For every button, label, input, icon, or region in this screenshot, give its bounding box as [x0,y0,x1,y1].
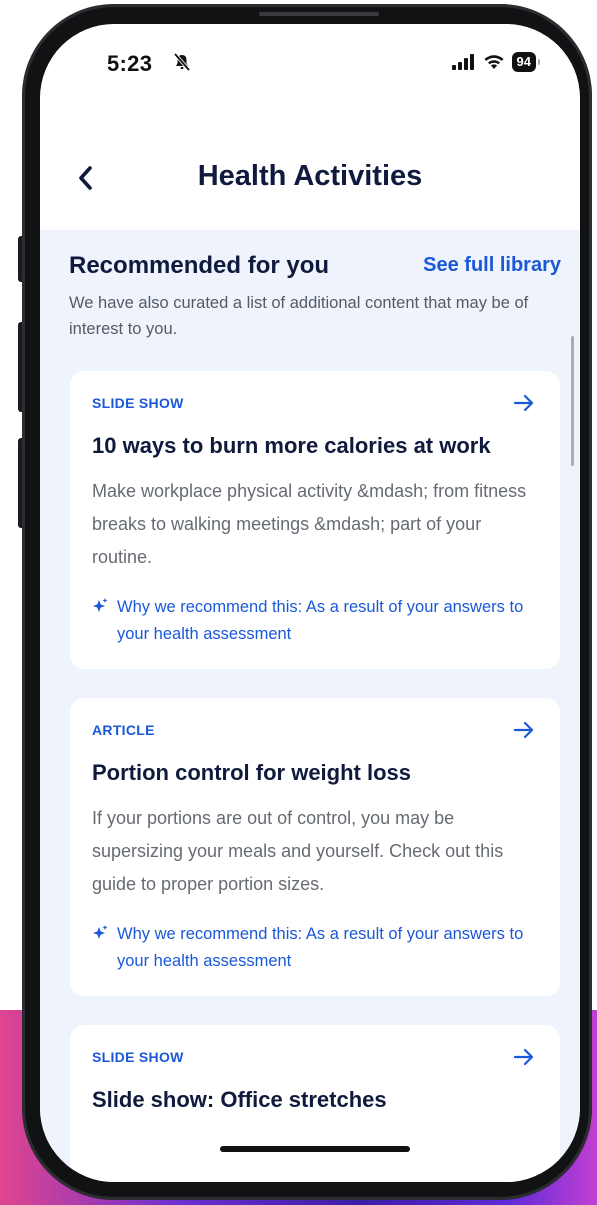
card-title: Slide show: Office stretches [92,1087,387,1112]
why-recommended-text: Why we recommend this: As a result of yo… [117,925,524,970]
sparkle-icon [93,925,108,939]
content-card[interactable]: ARTICLE Portion control for weight loss … [70,698,560,996]
why-recommended: Why we recommend this: As a result of yo… [92,594,557,648]
status-icons: 94 [451,52,541,72]
content-card[interactable]: SLIDE SHOW 10 ways to burn more calories… [70,371,560,669]
status-time: 5:23 [107,51,153,76]
content-card[interactable]: SLIDE SHOW Slide show: Office stretches [70,1025,560,1182]
see-full-library-link[interactable]: See full library [423,254,561,277]
card-title: Portion control for weight loss [92,760,411,785]
why-recommended: Why we recommend this: As a result of yo… [92,921,557,975]
wifi-icon [484,55,504,69]
battery-icon: 94 [511,52,541,72]
page-title: Health Activities [197,160,423,192]
content-area[interactable]: Recommended for you See full library We … [40,230,580,1182]
card-type-label: SLIDE SHOW [92,1049,184,1065]
navigation-header: Health Activities [40,134,580,230]
sparkle-icon [93,598,108,612]
section-description: We have also curated a list of additiona… [69,294,529,338]
bell-slash-icon [173,52,191,72]
phone-screen: 5:23 94 Health Activities Recommended fo… [40,24,580,1182]
card-type-label: SLIDE SHOW [92,395,184,411]
card-title: 10 ways to burn more calories at work [92,433,491,458]
status-bar: 5:23 94 [40,24,580,104]
speaker-grille [259,12,379,16]
card-description: Make workplace physical activity &mdash;… [92,481,527,567]
scrollbar[interactable] [571,336,574,466]
card-description: If your portions are out of control, you… [92,808,504,894]
card-type-label: ARTICLE [92,722,155,738]
signal-icon [451,54,474,70]
arrow-right-icon[interactable] [512,391,536,415]
recommended-section-header: Recommended for you See full library We … [69,252,561,342]
arrow-right-icon[interactable] [512,1045,536,1069]
home-indicator[interactable] [220,1146,410,1152]
why-recommended-text: Why we recommend this: As a result of yo… [117,598,524,643]
arrow-right-icon[interactable] [512,718,536,742]
